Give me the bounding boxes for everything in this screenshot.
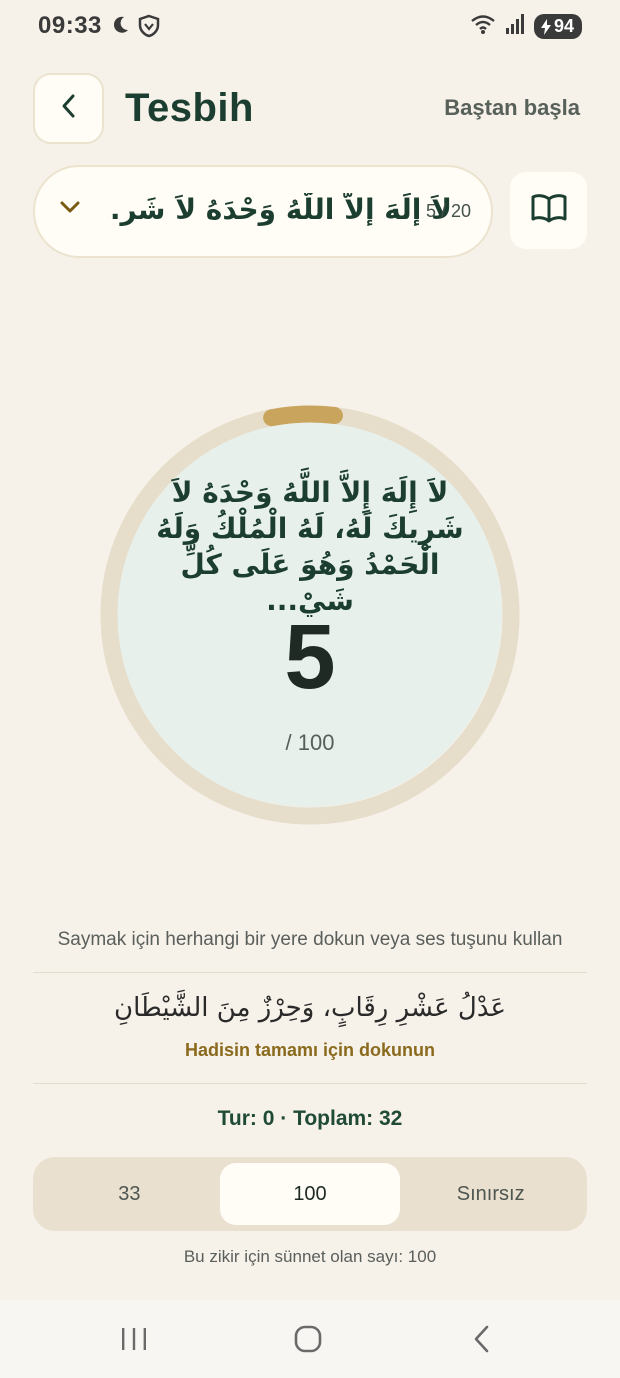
signal-icon <box>504 13 526 40</box>
status-time: 09:33 <box>38 12 102 39</box>
page-title: Tesbih <box>125 86 254 130</box>
status-icons-right: 94 <box>470 13 582 40</box>
selector-dhikr-text: لاَ إِلَهَ إِلاَّ اللَّهُ وَحْدَهُ لاَ ش… <box>107 193 452 226</box>
home-icon[interactable] <box>288 1322 328 1356</box>
book-button[interactable] <box>510 172 587 249</box>
hadith-link[interactable]: Hadisin tamamı için dokunun <box>0 1040 620 1061</box>
tap-hint: Saymak için herhangi bir yere dokun veya… <box>57 929 563 950</box>
divider <box>33 972 587 973</box>
back-icon[interactable] <box>462 1322 502 1356</box>
counter-dhikr-text: لاَ إِلَهَ إِلاَّ اللَّهُ وَحْدَهُ لاَ ش… <box>156 476 464 617</box>
system-navbar <box>0 1300 620 1378</box>
segment-33[interactable]: 33 <box>39 1163 220 1225</box>
book-icon <box>530 193 568 228</box>
target-selector: 33 100 Sınırsız <box>33 1157 587 1231</box>
moon-icon <box>110 14 130 43</box>
back-button[interactable] <box>33 73 104 144</box>
battery-level: 94 <box>553 16 574 36</box>
battery-icon: 94 <box>533 14 582 39</box>
wifi-icon <box>470 13 496 40</box>
recents-icon[interactable] <box>114 1322 154 1356</box>
segment-100[interactable]: 100 <box>219 1163 401 1225</box>
counter-target: / 100 <box>285 730 335 755</box>
restart-button[interactable]: Baştan başla <box>444 95 580 121</box>
chevron-left-icon <box>60 93 78 124</box>
counter-value: 5 <box>284 606 336 708</box>
segment-unlimited[interactable]: Sınırsız <box>400 1163 581 1225</box>
hadith-arabic[interactable]: عَدْلُ عَشْرِ رِقَابٍ، وَحِرْزٌ مِنَ الش… <box>0 993 620 1023</box>
sunnah-note: Bu zikir için sünnet olan sayı: 100 <box>183 1247 437 1266</box>
selector-counter: 5 / 20 <box>425 201 471 221</box>
dhikr-selector[interactable]: لاَ إِلَهَ إِلاَّ اللَّهُ وَحْدَهُ لاَ ش… <box>33 165 493 258</box>
round-total-stats: Tur: 0 · Toplam: 32 <box>217 1107 403 1130</box>
chevron-down-icon <box>59 199 81 220</box>
divider <box>33 1083 587 1084</box>
status-icons-left <box>110 14 160 43</box>
status-bar: 09:33 94 <box>0 0 620 54</box>
shield-icon <box>138 14 160 43</box>
